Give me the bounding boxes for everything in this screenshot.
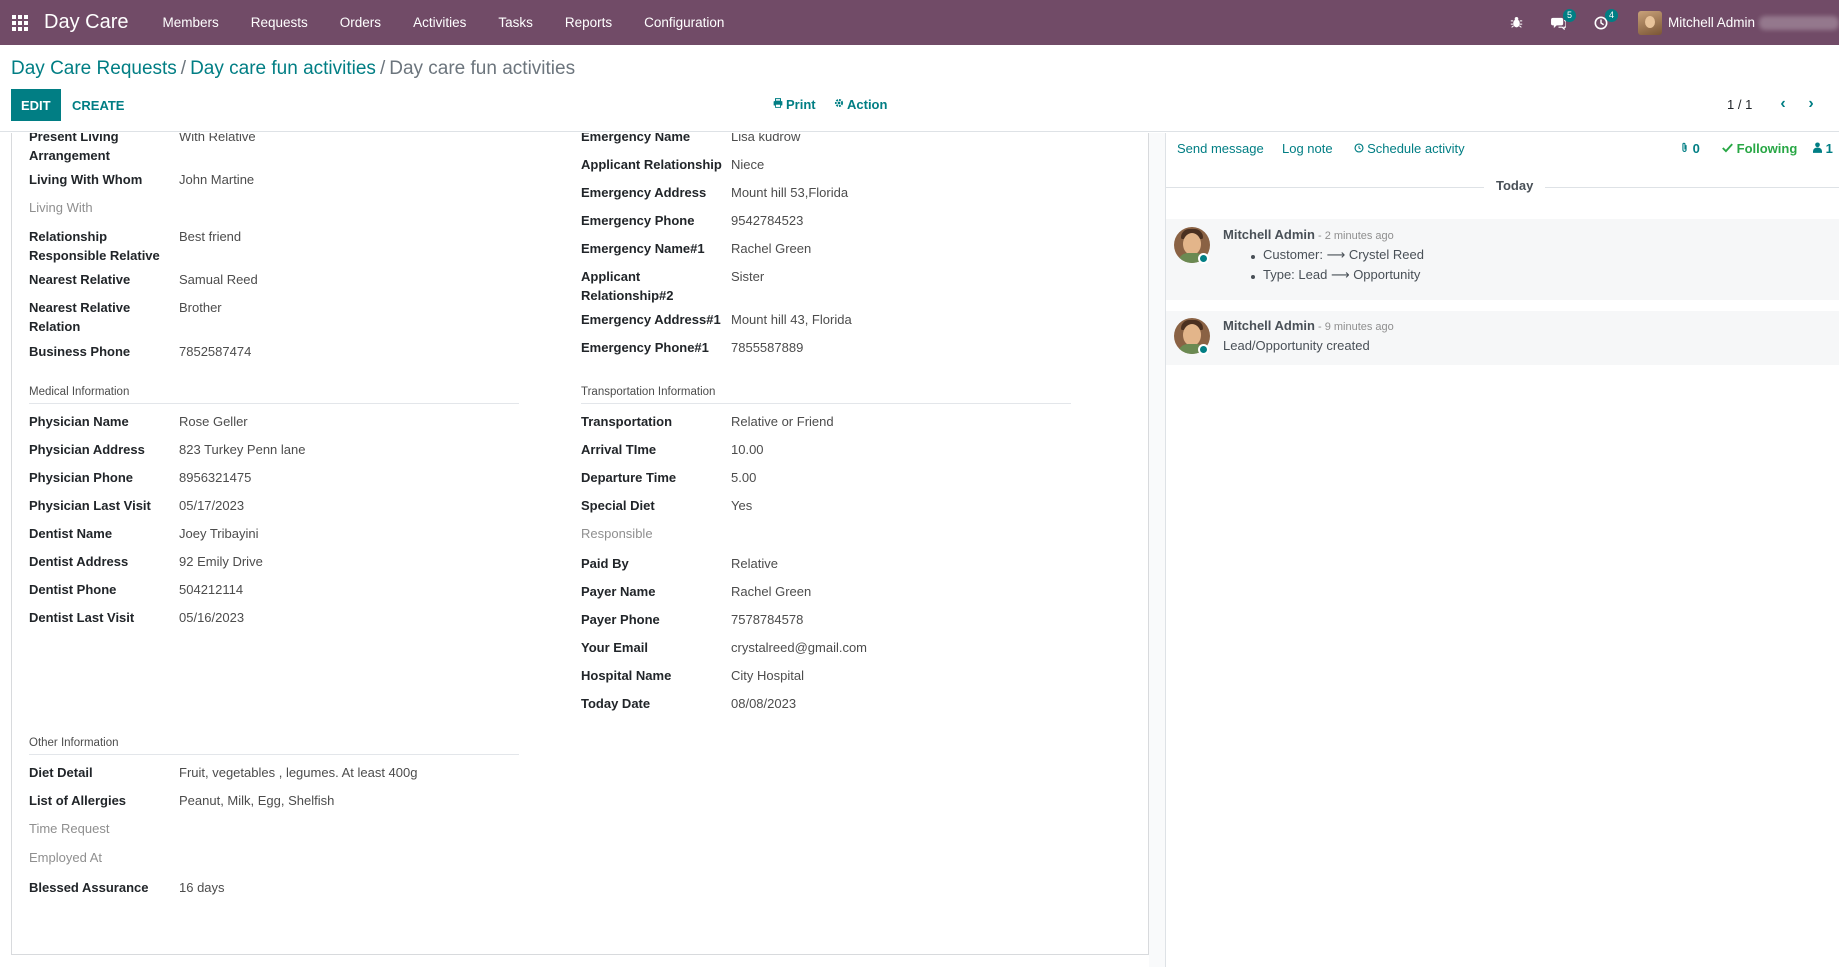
message-time: - 9 minutes ago bbox=[1317, 321, 1394, 333]
top-navbar: Day Care Members Requests Orders Activit… bbox=[0, 0, 1839, 45]
chatter-topbar: Send message Log note Schedule activity … bbox=[1166, 133, 1839, 165]
paperclip-icon bbox=[1680, 141, 1693, 156]
action-label: Action bbox=[847, 97, 888, 112]
activities-badge: 4 bbox=[1604, 9, 1618, 22]
messages-icon[interactable]: 5 bbox=[1544, 0, 1576, 45]
breadcrumb: Day Care Requests / Day care fun activitie… bbox=[11, 58, 576, 79]
chatter-message: Mitchell Admin - 9 minutes ago Lead/Oppor… bbox=[1166, 311, 1839, 365]
menu-requests[interactable]: Requests bbox=[235, 0, 324, 45]
apps-menu-icon[interactable] bbox=[0, 0, 40, 45]
user-name: Mitchell Admin bbox=[1667, 15, 1755, 30]
pager-previous-icon[interactable]: ‹ bbox=[1771, 92, 1795, 116]
schedule-activity-button[interactable]: Schedule activity bbox=[1354, 141, 1465, 156]
form-gutter bbox=[1149, 133, 1165, 967]
bullet-icon bbox=[1251, 275, 1255, 279]
date-separator-label: Today bbox=[1484, 178, 1546, 193]
message-author[interactable]: Mitchell Admin - 9 minutes ago bbox=[1223, 318, 1394, 333]
print-label: Print bbox=[786, 97, 816, 112]
menu-members[interactable]: Members bbox=[146, 0, 234, 45]
user-menu[interactable]: Mitchell Admin bbox=[1637, 10, 1839, 35]
menu-tasks[interactable]: Tasks bbox=[482, 0, 549, 45]
activities-clock-icon[interactable]: 4 bbox=[1586, 0, 1618, 45]
breadcrumb-item-activities[interactable]: Day care fun activities bbox=[190, 58, 376, 79]
attachments-button[interactable]: 0 bbox=[1680, 141, 1700, 156]
tracking-value-customer: Customer: ⟶ Crystel Reed bbox=[1263, 247, 1424, 262]
send-message-button[interactable]: Send message bbox=[1177, 141, 1264, 156]
menu-activities[interactable]: Activities bbox=[397, 0, 482, 45]
message-body: Lead/Opportunity created bbox=[1223, 338, 1370, 353]
chatter-panel: Send message Log note Schedule activity … bbox=[1165, 133, 1839, 967]
online-status-icon bbox=[1198, 344, 1209, 355]
pager-next-icon[interactable]: › bbox=[1799, 92, 1823, 116]
menu-reports[interactable]: Reports bbox=[549, 0, 628, 45]
print-icon bbox=[773, 98, 783, 111]
check-icon bbox=[1722, 141, 1737, 156]
gear-icon bbox=[834, 98, 844, 111]
control-panel: Day Care Requests / Day care fun activitie… bbox=[0, 45, 1839, 132]
followers-button[interactable]: 1 bbox=[1813, 141, 1833, 156]
other-information-title: Other Information bbox=[29, 737, 519, 755]
online-status-icon bbox=[1198, 253, 1209, 264]
form-sheet: Present Living Arrangement With Relative… bbox=[11, 133, 1149, 955]
breadcrumb-item-requests[interactable]: Day Care Requests bbox=[11, 58, 177, 79]
user-avatar bbox=[1637, 10, 1662, 35]
edit-button[interactable]: EDIT bbox=[11, 89, 61, 121]
message-time: - 2 minutes ago bbox=[1317, 230, 1394, 242]
tracking-value-type: Type: Lead ⟶ Opportunity bbox=[1263, 267, 1421, 282]
menu-configuration[interactable]: Configuration bbox=[628, 0, 740, 45]
action-button[interactable]: Action bbox=[834, 97, 887, 112]
chatter-message: Mitchell Admin - 2 minutes ago Customer: … bbox=[1166, 219, 1839, 300]
user-db-blurred bbox=[1759, 15, 1839, 30]
log-note-button[interactable]: Log note bbox=[1282, 141, 1333, 156]
user-icon bbox=[1813, 141, 1826, 156]
clock-icon bbox=[1354, 143, 1367, 156]
medical-information-title: Medical Information bbox=[29, 386, 519, 404]
breadcrumb-current: Day care fun activities bbox=[389, 58, 576, 79]
pager-value[interactable]: 1 / 1 bbox=[1727, 97, 1752, 112]
bullet-icon bbox=[1251, 255, 1255, 259]
messages-badge: 5 bbox=[1562, 9, 1576, 22]
message-author[interactable]: Mitchell Admin - 2 minutes ago bbox=[1223, 227, 1394, 242]
transportation-information-title: Transportation Information bbox=[581, 386, 1071, 404]
menu-orders[interactable]: Orders bbox=[324, 0, 397, 45]
create-button[interactable]: CREATE bbox=[66, 89, 130, 121]
following-button[interactable]: Following bbox=[1722, 141, 1797, 156]
app-brand[interactable]: Day Care bbox=[44, 11, 128, 34]
print-button[interactable]: Print bbox=[773, 97, 816, 112]
bug-icon[interactable] bbox=[1502, 0, 1532, 45]
